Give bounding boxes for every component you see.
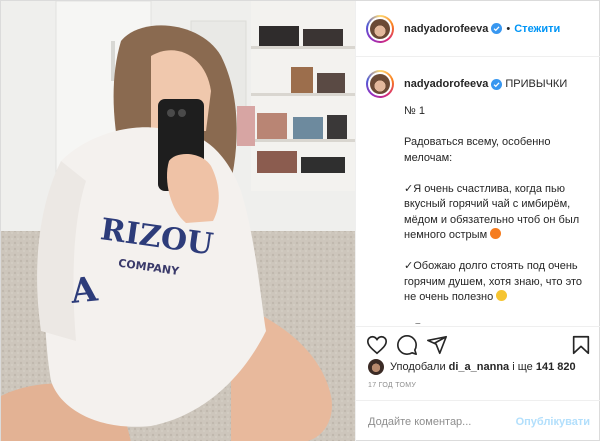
author-username[interactable]: nadyadorofeeva — [404, 23, 488, 35]
svg-text:A: A — [68, 269, 100, 312]
post-photo[interactable]: RIZOU COMPANY A — [1, 1, 355, 441]
likes-prefix: Уподобали — [390, 361, 446, 373]
follow-button[interactable]: Стежити — [514, 23, 560, 35]
author-avatar[interactable] — [366, 14, 394, 43]
comment-input[interactable] — [368, 415, 516, 428]
verified-badge-icon — [491, 23, 503, 34]
verified-badge-icon — [491, 78, 503, 90]
instagram-post: RIZOU COMPANY A nadyadorofeeva • Стежити — [0, 0, 600, 441]
caption-username[interactable]: nadyadorofeeva — [404, 78, 488, 90]
likes-summary: Уподобали di_a_nanna і ще 141 820 — [368, 358, 576, 376]
action-bar — [356, 326, 600, 360]
caption-text: № 1 Радоваться всему, особенно мелочам: … — [404, 105, 582, 324]
comment-bar: Опублікувати — [356, 400, 600, 441]
liker-avatar[interactable] — [368, 359, 384, 375]
bookmark-icon[interactable] — [570, 334, 592, 356]
liker-username[interactable]: di_a_nanna — [449, 361, 510, 373]
caption-area: nadyadorofeeva ПРИВЫЧКИ № 1 Радоваться в… — [356, 58, 600, 324]
likes-separator: і ще — [512, 361, 533, 373]
publish-button[interactable]: Опублікувати — [516, 416, 590, 428]
grinning-face-emoji-icon — [496, 290, 508, 301]
post-header: nadyadorofeeva • Стежити — [356, 1, 600, 57]
heart-icon[interactable] — [366, 334, 388, 356]
caption-title: ПРИВЫЧКИ — [505, 78, 568, 90]
share-icon[interactable] — [426, 334, 448, 356]
post-side-panel: nadyadorofeeva • Стежити nadyadorofeeva … — [355, 1, 600, 441]
mirror-selfie-image: RIZOU COMPANY A — [1, 1, 355, 441]
likes-count[interactable]: 141 820 — [536, 361, 576, 373]
caption-avatar[interactable] — [366, 70, 394, 98]
post-timestamp[interactable]: 17 ГОД ТОМУ — [368, 382, 416, 389]
header-separator: • — [506, 22, 511, 35]
comment-icon[interactable] — [396, 334, 418, 356]
caption-header: nadyadorofeeva ПРИВЫЧКИ — [366, 70, 592, 98]
fire-emoji-icon — [490, 228, 502, 239]
